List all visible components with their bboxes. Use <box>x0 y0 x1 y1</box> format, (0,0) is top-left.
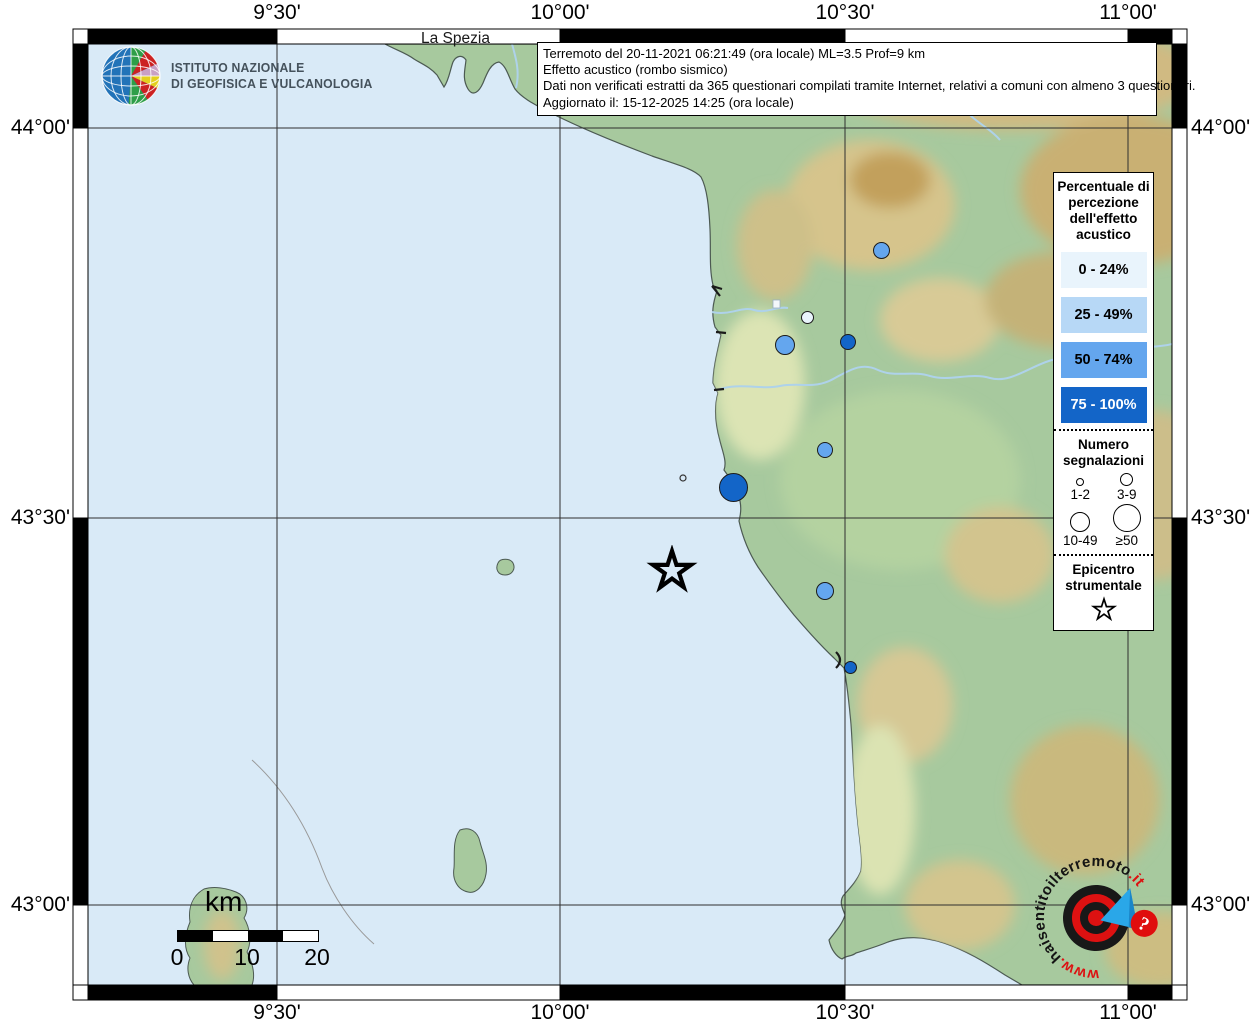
lon-label-bottom-2: 10°00' <box>530 1001 589 1024</box>
ingv-logo-text: ISTITUTO NAZIONALE DI GEOFISICA E VULCAN… <box>171 60 373 92</box>
count-circle-icon <box>1113 504 1141 532</box>
event-effect: Effetto acustico (rombo sismico) <box>543 62 1151 78</box>
lon-label-bottom-1: 9°30' <box>253 1001 300 1024</box>
lat-label-right-1: 44°00' <box>1191 116 1250 140</box>
count-class-1-2: 1-2 <box>1057 473 1104 502</box>
scale-segment <box>248 931 283 941</box>
legend-counts-title: Numero segnalazioni <box>1057 437 1150 469</box>
haisentitoilterremoto-watermark: ? www.haisentitoilterremoto.it <box>1026 843 1178 995</box>
lon-label-top-4: 11°00' <box>1099 1 1157 25</box>
legend-percent-title: Percentuale di percezione dell'effetto a… <box>1057 179 1150 243</box>
lat-label-left-3: 43°00' <box>0 893 70 917</box>
map-legend: Percentuale di percezione dell'effetto a… <box>1053 172 1154 631</box>
legend-epicenter-title: Epicentro strumentale <box>1057 562 1150 594</box>
legend-swatch-75-100: 75 - 100% <box>1061 387 1147 423</box>
watermark-haisentito: haisentito <box>1026 880 1067 968</box>
legend-swatch-0-24: 0 - 24% <box>1061 252 1147 288</box>
scale-segment <box>178 931 213 941</box>
village-marker <box>773 300 780 308</box>
ingv-globe-icon <box>100 45 162 107</box>
legend-counts-section: Numero segnalazioni 1-2 3-9 10-49 ≥50 <box>1054 429 1153 554</box>
lat-label-left-1: 44°00' <box>0 116 70 140</box>
event-info-box: Terremoto del 20-11-2021 06:21:49 (ora l… <box>537 42 1157 116</box>
scale-segment <box>283 931 318 941</box>
event-updated-at: Aggiornato il: 15-12-2025 14:25 (ora loc… <box>543 95 1151 111</box>
legend-counts-grid: 1-2 3-9 10-49 ≥50 <box>1057 473 1150 548</box>
count-circle-icon <box>1120 473 1133 486</box>
scale-bar <box>177 930 319 942</box>
ingv-line2: DI GEOFISICA E VULCANOLOGIA <box>171 76 373 92</box>
lon-label-bottom-3: 10°30' <box>815 1001 874 1024</box>
count-circle-icon <box>1076 478 1084 486</box>
count-class-3-9: 3-9 <box>1104 473 1151 502</box>
scale-tick-10: 10 <box>234 944 260 971</box>
count-class-10-49: 10-49 <box>1057 504 1104 548</box>
event-title: Terremoto del 20-11-2021 06:21:49 (ora l… <box>543 46 1151 62</box>
count-label: 3-9 <box>1117 487 1137 502</box>
epicenter-star-icon <box>646 545 698 597</box>
lon-label-top-3: 10°30' <box>815 1 874 25</box>
legend-swatch-25-49: 25 - 49% <box>1061 297 1147 333</box>
count-circle-icon <box>1070 512 1090 532</box>
scale-unit-label: km <box>205 886 242 918</box>
count-label: ≥50 <box>1116 533 1138 548</box>
ingv-line1: ISTITUTO NAZIONALE <box>171 60 373 76</box>
lon-label-top-1: 9°30' <box>253 1 300 25</box>
watermark-ilterremoto: ilterremoto <box>1040 847 1136 892</box>
event-data-note: Dati non verificati estratti da 365 ques… <box>543 78 1151 94</box>
count-label: 1-2 <box>1070 487 1090 502</box>
legend-percent-section: Percentuale di percezione dell'effetto a… <box>1054 173 1153 429</box>
island-gorgona <box>497 559 514 575</box>
city-label-la-spezia: La Spezia <box>421 30 490 48</box>
lat-label-right-2: 43°30' <box>1191 506 1250 530</box>
lon-label-bottom-4: 11°00' <box>1099 1001 1157 1024</box>
scale-tick-20: 20 <box>304 944 330 971</box>
ingv-logo: ISTITUTO NAZIONALE DI GEOFISICA E VULCAN… <box>100 45 385 107</box>
legend-swatch-50-74: 50 - 74% <box>1061 342 1147 378</box>
legend-epicenter-section: Epicentro strumentale <box>1054 554 1153 630</box>
count-label: 10-49 <box>1063 533 1098 548</box>
lat-label-left-2: 43°30' <box>0 506 70 530</box>
scale-tick-0: 0 <box>171 944 184 971</box>
lat-label-right-3: 43°00' <box>1191 893 1250 917</box>
earthquake-map-page: 9°30' 10°00' 10°30' 11°00' 9°30' 10°00' … <box>0 0 1255 1024</box>
lon-label-top-2: 10°00' <box>530 1 589 25</box>
star-icon <box>1090 596 1118 624</box>
scale-segment <box>213 931 248 941</box>
count-class-50plus: ≥50 <box>1104 504 1151 548</box>
watermark-group: ? www.haisentitoilterremoto.it <box>1026 845 1165 992</box>
